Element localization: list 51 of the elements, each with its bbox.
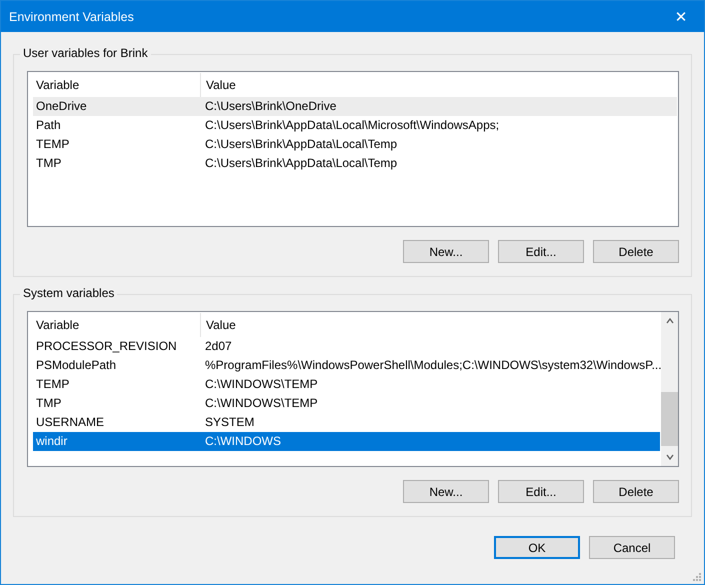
dialog-button[interactable]: New... [403, 480, 489, 503]
variable-value: C:\WINDOWS\TEMP [204, 395, 318, 412]
dialog-button[interactable]: OK [494, 536, 580, 559]
list-row[interactable]: Path C:\Users\Brink\AppData\Local\Microsoft\WindowsApps; [33, 116, 677, 135]
variable-value: C:\WINDOWS [204, 433, 281, 450]
list-row[interactable]: OneDrive C:\Users\Brink\OneDrive [33, 97, 677, 116]
variable-name: TEMP [35, 136, 70, 153]
scroll-up-icon[interactable] [664, 316, 674, 326]
dialog-button[interactable]: Edit... [498, 480, 584, 503]
variable-value: %ProgramFiles%\WindowsPowerShell\Modules;C:\WINDOWS\system32\WindowsP... [204, 357, 661, 374]
resize-grip-icon[interactable] [692, 572, 702, 582]
variable-name: PSModulePath [35, 357, 118, 374]
variable-list[interactable]: Variable Value OneDrive C:\Users\Brink\OneDrive Path C:\Users\Brink\AppData\Local\Microsoft\WindowsApps; TEMP C:\Users\Brink\AppData\Local\Temp TMP C:\Users\Brink\AppData\Local\Temp [27, 71, 679, 227]
variable-value: C:\Users\Brink\OneDrive [204, 98, 336, 115]
column-header[interactable]: Variable [33, 313, 201, 337]
variable-name: TMP [35, 395, 62, 412]
variable-name: TMP [35, 155, 62, 172]
variable-value: C:\Users\Brink\AppData\Local\Microsoft\WindowsApps; [204, 117, 500, 134]
list-row[interactable]: PROCESSOR_REVISION 2d07 [33, 337, 660, 356]
variable-name: Path [35, 117, 62, 134]
variable-name: OneDrive [35, 98, 88, 115]
variable-value: C:\WINDOWS\TEMP [204, 376, 318, 393]
group-title: System variables [20, 286, 118, 300]
dialog-button[interactable]: Edit... [498, 240, 584, 263]
dialog-button[interactable]: Delete [593, 240, 679, 263]
column-header[interactable]: Value [201, 73, 236, 97]
close-button[interactable]: ✕ [658, 1, 704, 32]
scroll-down-icon[interactable] [664, 452, 674, 462]
list-row[interactable]: TEMP C:\Users\Brink\AppData\Local\Temp [33, 135, 677, 154]
variable-name: TEMP [35, 376, 70, 393]
variable-value: C:\Users\Brink\AppData\Local\Temp [204, 155, 398, 172]
dialog-button[interactable]: Cancel [589, 536, 675, 559]
dialog-button[interactable]: Delete [593, 480, 679, 503]
variable-value: 2d07 [204, 338, 232, 355]
list-row[interactable]: TEMP C:\WINDOWS\TEMP [33, 375, 660, 394]
list-row[interactable]: TMP C:\Users\Brink\AppData\Local\Temp [33, 154, 677, 173]
variable-name: PROCESSOR_REVISION [35, 338, 178, 355]
list-row[interactable]: USERNAME SYSTEM [33, 413, 660, 432]
group-title: User variables for Brink [20, 46, 151, 60]
variable-list[interactable]: Variable Value PROCESSOR_REVISION 2d07 PSModulePath %ProgramFiles%\WindowsPowerShell\Modules;C:\WINDOWS\system32\WindowsP... TEMP C:\WINDOWS\TEMP TMP C:\WINDOWS\TEMP USERNAME SYSTEM windir C:\WINDOWS [27, 311, 679, 467]
dialog-button[interactable]: New... [403, 240, 489, 263]
variable-name: USERNAME [35, 414, 106, 431]
scroll-bar[interactable] [661, 312, 678, 466]
variable-value: SYSTEM [204, 414, 254, 431]
window-title: Environment Variables [8, 10, 134, 24]
column-header[interactable]: Value [201, 313, 236, 337]
list-row[interactable]: TMP C:\WINDOWS\TEMP [33, 394, 660, 413]
list-row[interactable]: PSModulePath %ProgramFiles%\WindowsPowerShell\Modules;C:\WINDOWS\system32\WindowsP... [33, 356, 660, 375]
variable-name: windir [35, 433, 68, 450]
variable-value: C:\Users\Brink\AppData\Local\Temp [204, 136, 398, 153]
list-row[interactable]: windir C:\WINDOWS [33, 432, 660, 451]
